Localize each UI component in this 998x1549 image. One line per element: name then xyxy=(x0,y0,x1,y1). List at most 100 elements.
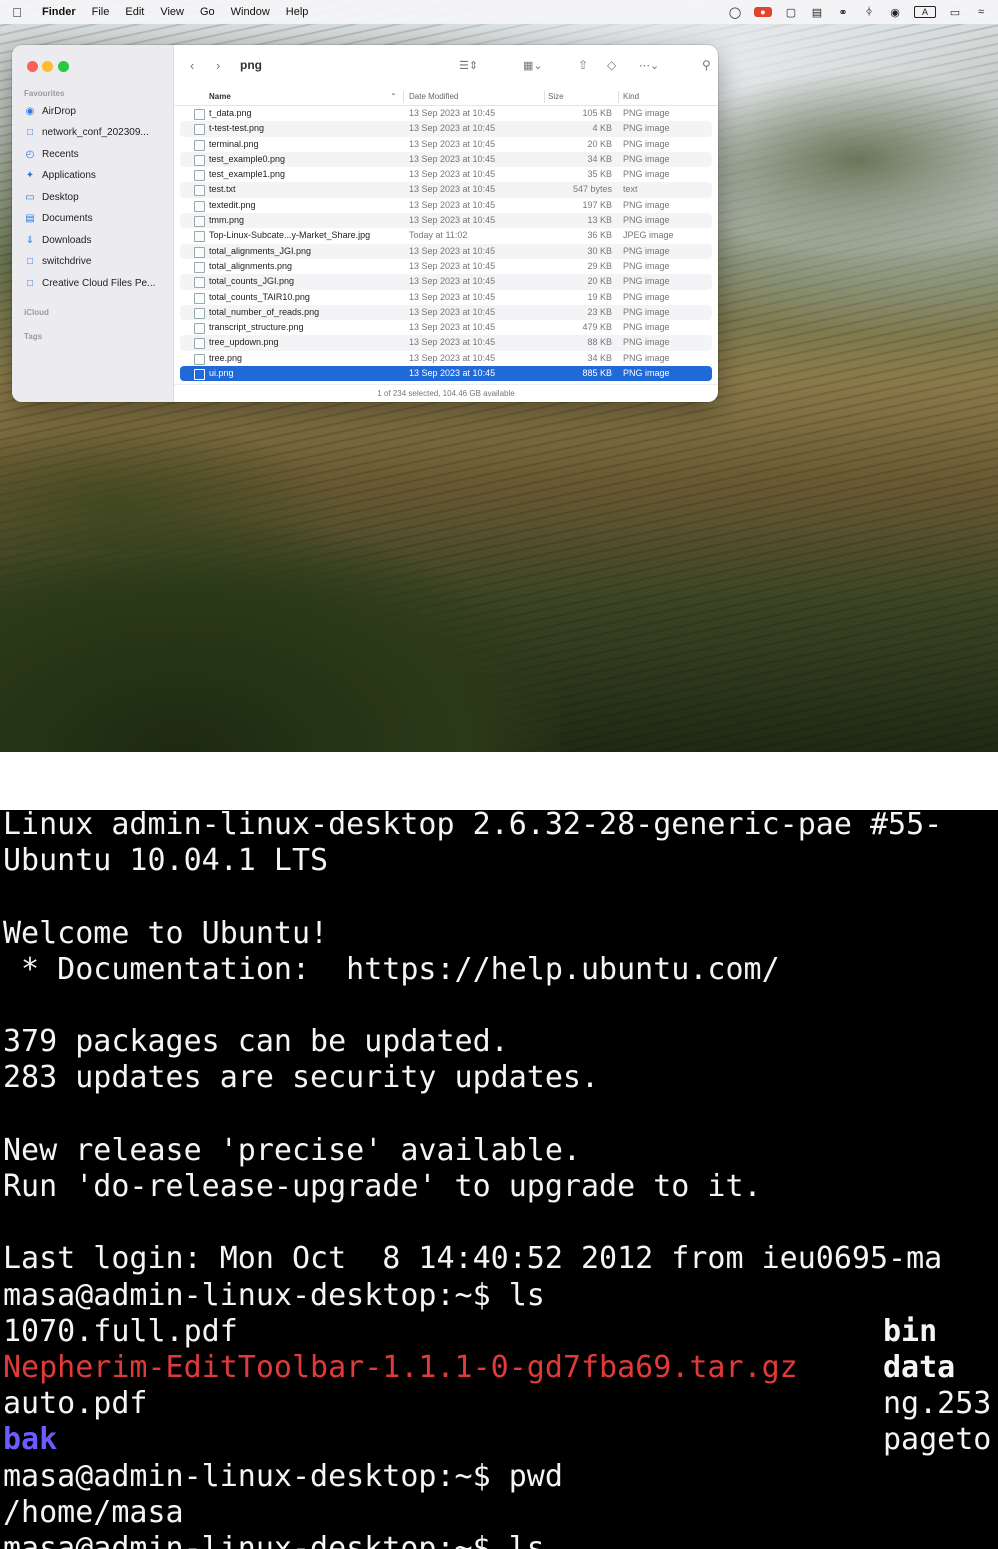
file-row[interactable]: test_example0.png 13 Sep 2023 at 10:45 34 … xyxy=(180,151,712,168)
sort-chevron-icon[interactable]: ⌃ xyxy=(390,92,397,101)
sidebar-item-downloads[interactable]: ⇓ Downloads xyxy=(24,232,169,248)
status-area: ◯ ● ▢ ▤ ⚭ ᛄ ◉ A ▭ ≈ xyxy=(728,0,988,24)
file-row[interactable]: test.txt 13 Sep 2023 at 10:45 547 bytes tex… xyxy=(180,182,712,198)
file-row[interactable]: total_counts_JGI.png 13 Sep 2023 at 10:45… xyxy=(180,274,712,290)
share-icon[interactable]: ⇧ xyxy=(578,58,588,72)
ls-entry: data xyxy=(883,1350,956,1385)
close-window-button[interactable] xyxy=(27,61,38,72)
finder-toolbar: ‹ › png ☰⇕ ▦⌄ ⇧ ◇ ⋯⌄ ⚲ xyxy=(174,45,718,87)
mac-desktop-screenshot:  Finder File Edit View Go Window Help ◯… xyxy=(0,0,998,752)
file-size: 197 KB xyxy=(582,199,612,210)
search-icon[interactable]: ⚲ xyxy=(702,58,711,72)
file-row[interactable]: t_data.png 13 Sep 2023 at 10:45 105 KB PNG … xyxy=(180,106,712,121)
file-kind: PNG image xyxy=(623,245,670,256)
column-date-modified[interactable]: Date Modified xyxy=(409,92,458,101)
file-size: 20 KB xyxy=(587,138,612,149)
tag-icon[interactable]: ◇ xyxy=(607,58,616,72)
file-row[interactable]: transcript_structure.png 13 Sep 2023 at 1… xyxy=(180,320,712,335)
sidebar-item-applications[interactable]: ✦ Applications xyxy=(24,167,169,183)
sidebar-item-documents[interactable]: ▤ Documents xyxy=(24,210,169,226)
file-row[interactable]: total_number_of_reads.png 13 Sep 2023 at … xyxy=(180,304,712,321)
file-size: 885 KB xyxy=(582,368,612,379)
menu-window[interactable]: Window xyxy=(223,6,278,18)
file-row[interactable]: ui.png 13 Sep 2023 at 10:45 885 KB PNG imag… xyxy=(180,366,712,382)
file-icon xyxy=(194,231,205,243)
sidebar-item-creative-cloud[interactable]: □ Creative Cloud Files Pe... xyxy=(24,275,169,291)
terminal-screenshot: Linux admin-linux-desktop 2.6.32-28-gene… xyxy=(0,810,998,1549)
sidebar-item-desktop[interactable]: ▭ Desktop xyxy=(24,189,169,205)
column-divider[interactable] xyxy=(618,91,619,103)
file-date-modified: 13 Sep 2023 at 10:45 xyxy=(409,153,496,164)
file-size: 13 KB xyxy=(587,215,612,226)
file-icon xyxy=(194,261,205,273)
file-date-modified: 13 Sep 2023 at 10:45 xyxy=(409,260,496,271)
file-date-modified: 13 Sep 2023 at 10:45 xyxy=(409,276,496,287)
creative-cloud-icon[interactable]: ● xyxy=(754,7,772,17)
menu-app-finder[interactable]: Finder xyxy=(34,6,84,18)
menu-edit[interactable]: Edit xyxy=(117,6,152,18)
zoom-window-button[interactable] xyxy=(58,61,69,72)
back-chevron-icon[interactable]: ‹ xyxy=(190,58,194,73)
ls-entry: ng.253 xyxy=(883,1386,992,1422)
menu-help[interactable]: Help xyxy=(278,6,317,18)
file-row[interactable]: tree_updown.png 13 Sep 2023 at 10:45 88 KB… xyxy=(180,335,712,351)
file-row[interactable]: tmm.png 13 Sep 2023 at 10:45 13 KB PNG imag… xyxy=(180,213,712,229)
terminal-line: 283 updates are security updates. xyxy=(3,1060,600,1096)
list-view-icon[interactable]: ☰⇕ xyxy=(459,59,478,72)
bluetooth-icon[interactable]: ᛄ xyxy=(862,6,876,18)
file-date-modified: Today at 11:02 xyxy=(409,230,468,241)
file-date-modified: 13 Sep 2023 at 10:45 xyxy=(409,352,496,363)
file-row[interactable]: total_alignments.png 13 Sep 2023 at 10:45… xyxy=(180,259,712,274)
file-icon xyxy=(194,139,205,151)
file-row[interactable]: total_alignments_JGI.png 13 Sep 2023 at 1… xyxy=(180,243,712,259)
file-row[interactable]: tree.png 13 Sep 2023 at 10:45 34 KB PNG ima… xyxy=(180,351,712,366)
sidebar-section-icloud[interactable]: iCloud xyxy=(24,308,49,317)
sidebar-item-switchdrive[interactable]: □ switchdrive xyxy=(24,253,169,269)
file-row[interactable]: test_example1.png 13 Sep 2023 at 10:45 35 … xyxy=(180,167,712,182)
column-divider[interactable] xyxy=(544,91,545,103)
forward-chevron-icon[interactable]: › xyxy=(216,58,220,73)
file-row[interactable]: t-test-test.png 13 Sep 2023 at 10:45 4 KB P… xyxy=(180,121,712,137)
file-row[interactable]: total_counts_TAIR10.png 13 Sep 2023 at 10… xyxy=(180,290,712,305)
apple-logo-icon[interactable]:  xyxy=(0,5,34,20)
file-name: total_alignments_JGI.png xyxy=(209,245,312,256)
column-divider[interactable] xyxy=(403,91,404,103)
wifi-signal-icon[interactable]: ◉ xyxy=(888,6,902,19)
menu-go[interactable]: Go xyxy=(192,6,223,18)
sidebar-item-label: Applications xyxy=(42,169,96,181)
file-kind: PNG image xyxy=(623,123,670,134)
airdrop-status-icon[interactable]: ◯ xyxy=(728,6,742,19)
sidebar-item-airdrop[interactable]: ◉ AirDrop xyxy=(24,103,169,119)
menu-file[interactable]: File xyxy=(84,6,118,18)
column-size[interactable]: Size xyxy=(548,92,564,101)
airdrop-icon: ◉ xyxy=(25,105,35,117)
menu-view[interactable]: View xyxy=(152,6,192,18)
battery-icon[interactable]: ▭ xyxy=(948,6,962,19)
file-icon xyxy=(194,307,205,319)
input-source-icon[interactable]: A xyxy=(914,6,936,18)
file-date-modified: 13 Sep 2023 at 10:45 xyxy=(409,337,496,348)
sidebar-item-network-conf[interactable]: □ network_conf_202309... xyxy=(24,124,169,140)
wifi-icon[interactable]: ≈ xyxy=(974,6,988,18)
headphones-icon[interactable]: ⚭ xyxy=(836,6,850,19)
file-row[interactable]: Top-Linux-Subcate...y-Market_Share.jpg To… xyxy=(180,228,712,243)
file-kind: PNG image xyxy=(623,352,670,363)
file-date-modified: 13 Sep 2023 at 10:45 xyxy=(409,184,496,195)
terminal-line: Welcome to Ubuntu! xyxy=(3,915,329,951)
desktop-icon: ▭ xyxy=(25,191,35,203)
display-icon[interactable]: ▢ xyxy=(784,6,798,19)
keyboard-icon[interactable]: ▤ xyxy=(810,6,824,19)
sidebar-section-tags[interactable]: Tags xyxy=(24,332,42,341)
minimize-window-button[interactable] xyxy=(42,61,53,72)
group-view-icon[interactable]: ▦⌄ xyxy=(523,59,543,72)
column-name[interactable]: Name xyxy=(209,92,231,101)
sidebar-item-recents[interactable]: ◴ Recents xyxy=(24,146,169,162)
file-row[interactable]: textedit.png 13 Sep 2023 at 10:45 197 KB PN… xyxy=(180,198,712,213)
file-name: total_alignments.png xyxy=(209,260,293,271)
file-row[interactable]: terminal.png 13 Sep 2023 at 10:45 20 KB PNG… xyxy=(180,137,712,152)
column-kind[interactable]: Kind xyxy=(623,92,639,101)
file-icon xyxy=(194,154,205,166)
terminal-line: 379 packages can be updated. xyxy=(3,1024,509,1060)
finder-window: Favourites ◉ AirDrop □ network_conf_202309… xyxy=(12,45,718,402)
more-actions-icon[interactable]: ⋯⌄ xyxy=(639,59,659,72)
